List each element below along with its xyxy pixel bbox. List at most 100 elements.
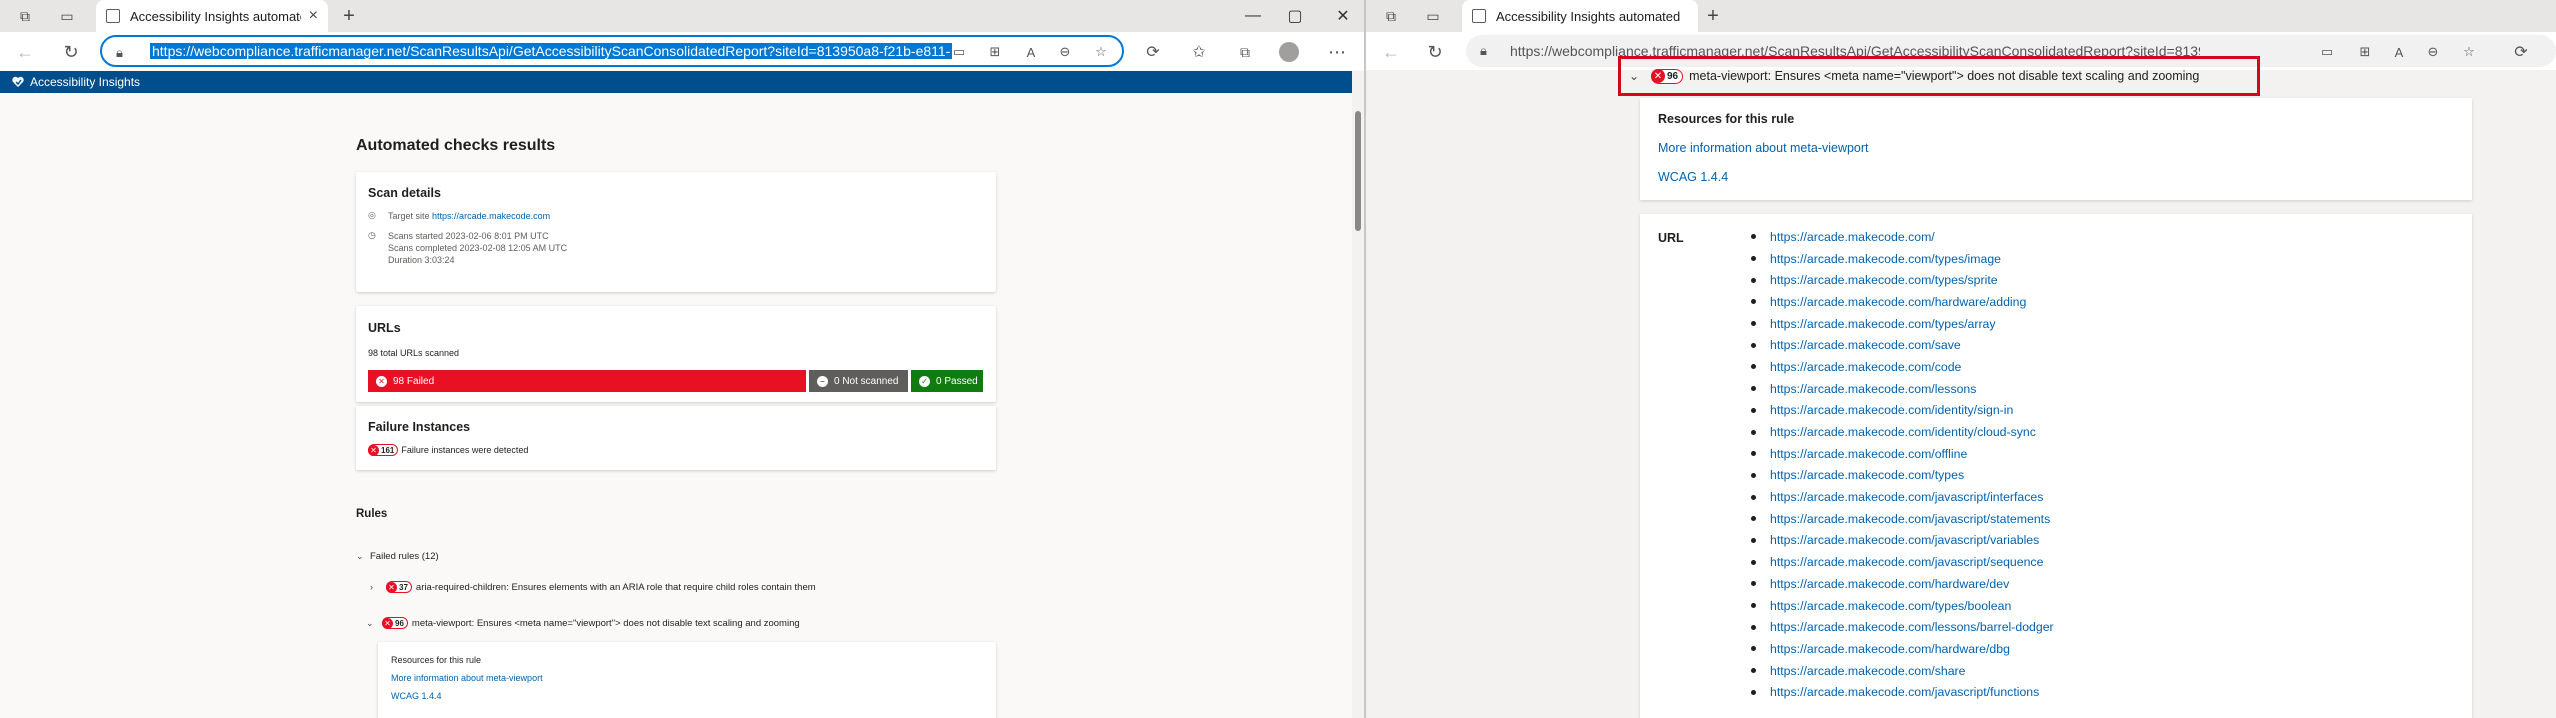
- url-list-item[interactable]: https://arcade.makecode.com/save: [1770, 334, 2054, 356]
- tab-close-icon[interactable]: ×: [309, 7, 318, 25]
- app-available-icon[interactable]: ▭: [948, 41, 970, 63]
- accessibility-insights-logo: [12, 76, 24, 87]
- resources-title: Resources for this rule: [1658, 112, 1795, 126]
- maximize-button[interactable]: ▢: [1282, 4, 1308, 28]
- failed-rules-label: Failed rules (12): [370, 551, 439, 562]
- app-header: Accessibility Insights: [0, 71, 1352, 93]
- back-button[interactable]: ←: [1380, 41, 1402, 63]
- url-list-item[interactable]: https://arcade.makecode.com/javascript/i…: [1770, 486, 2054, 508]
- address-url[interactable]: https://webcompliance.trafficmanager.net…: [150, 43, 953, 59]
- settings-more-icon[interactable]: ⋯: [1326, 41, 1348, 63]
- rule-count-badge: ✕ 37: [386, 581, 412, 593]
- lock-icon[interactable]: 🔒︎: [1480, 43, 1487, 59]
- passed-check-icon: ✓: [919, 375, 930, 387]
- url-list-item[interactable]: https://arcade.makecode.com/offline: [1770, 443, 2054, 465]
- chevron-right-icon: ›: [370, 582, 373, 592]
- left-tab-strip: ⧉ ▭ Accessibility Insights automated × +…: [0, 0, 1364, 32]
- failed-rules-toggle[interactable]: ⌄ Failed rules (12): [356, 551, 439, 562]
- url-label: URL: [1658, 231, 1684, 245]
- url-list-item[interactable]: https://arcade.makecode.com/: [1770, 226, 2054, 248]
- page-favicon-icon: [1472, 9, 1486, 23]
- tab-title: Accessibility Insights automated: [1496, 8, 1681, 24]
- globe-icon: ◎: [368, 210, 376, 220]
- not-scanned-icon: –: [817, 375, 828, 387]
- rule-header-text: meta-viewport: Ensures <meta name="viewp…: [1689, 69, 2200, 83]
- url-list-item[interactable]: https://arcade.makecode.com/javascript/f…: [1770, 681, 2054, 703]
- failed-bar-label: 98 Failed: [393, 375, 435, 387]
- url-list-item[interactable]: https://arcade.makecode.com/types: [1770, 465, 2054, 487]
- rule-count-badge: ✕ 96: [382, 617, 408, 629]
- extensions-grid-icon[interactable]: ⊞: [2354, 41, 2376, 63]
- chevron-down-icon: ⌄: [356, 551, 364, 561]
- zoom-icon[interactable]: ⊖: [1054, 41, 1076, 63]
- favorite-add-icon[interactable]: ☆: [1090, 41, 1112, 63]
- rule-text: aria-required-children: Ensures elements…: [415, 581, 816, 593]
- rule-header-meta-viewport[interactable]: ⌄ ✕ 96 meta-viewport: Ensures <meta name=…: [1618, 56, 2260, 96]
- extension-icon[interactable]: ⟳: [1142, 41, 1164, 63]
- tab-accessibility-insights[interactable]: Accessibility Insights automated ×: [96, 0, 328, 32]
- url-list-item[interactable]: https://arcade.makecode.com/identity/clo…: [1770, 421, 2054, 443]
- workspaces-icon[interactable]: ⧉: [14, 6, 36, 26]
- tab-accessibility-insights[interactable]: Accessibility Insights automated: [1462, 0, 1698, 32]
- more-info-link[interactable]: More information about meta-viewport: [391, 673, 543, 683]
- minimize-button[interactable]: —: [1240, 4, 1266, 28]
- url-list-item[interactable]: https://arcade.makecode.com/hardware/dev: [1770, 573, 2054, 595]
- left-scrollbar[interactable]: [1352, 71, 1364, 718]
- url-list-item[interactable]: https://arcade.makecode.com/types/array: [1770, 313, 2054, 335]
- url-list-item[interactable]: https://arcade.makecode.com/types/image: [1770, 248, 2054, 270]
- wcag-link[interactable]: WCAG 1.4.4: [391, 691, 442, 701]
- tab-actions-icon[interactable]: ▭: [1422, 6, 1444, 26]
- scan-started: Scans started 2023-02-06 8:01 PM UTC: [388, 231, 549, 241]
- url-list-item[interactable]: https://arcade.makecode.com/identity/sig…: [1770, 400, 2054, 422]
- tab-title: Accessibility Insights automated: [130, 8, 301, 24]
- read-aloud-icon[interactable]: A: [2388, 41, 2410, 63]
- url-list-item[interactable]: https://arcade.makecode.com/share: [1770, 660, 2054, 682]
- url-list: https://arcade.makecode.com/https://arca…: [1770, 226, 2054, 703]
- close-window-button[interactable]: ✕: [1330, 4, 1356, 28]
- failure-instances-text: Failure instances were detected: [401, 445, 529, 455]
- extensions-grid-icon[interactable]: ⊞: [984, 41, 1006, 63]
- workspaces-icon[interactable]: ⧉: [1380, 6, 1402, 26]
- more-info-link[interactable]: More information about meta-viewport: [1658, 141, 1869, 155]
- favorite-add-icon[interactable]: ☆: [2458, 41, 2480, 63]
- url-list-item[interactable]: https://arcade.makecode.com/types/sprite: [1770, 269, 2054, 291]
- rule-row-meta-viewport[interactable]: ⌄ ✕ 96 meta-viewport: Ensures <meta name=…: [366, 617, 800, 629]
- rule-row-aria-required-children[interactable]: › ✕ 37 aria-required-children: Ensures el…: [370, 581, 816, 593]
- url-list-item[interactable]: https://arcade.makecode.com/lessons: [1770, 378, 2054, 400]
- profile-avatar[interactable]: [1278, 41, 1300, 63]
- scan-details-card: Scan details ◎ Target site https://arcad…: [356, 172, 996, 292]
- urls-title: URLs: [368, 321, 401, 335]
- rule-count-badge: ✕ 96: [1651, 68, 1684, 84]
- new-tab-button[interactable]: +: [1702, 5, 1724, 27]
- url-list-item[interactable]: https://arcade.makecode.com/hardware/dbg: [1770, 638, 2054, 660]
- url-list-item[interactable]: https://arcade.makecode.com/code: [1770, 356, 2054, 378]
- rules-title: Rules: [356, 508, 388, 520]
- read-aloud-icon[interactable]: A: [1020, 41, 1042, 63]
- extension-icon[interactable]: ⟳: [2510, 41, 2532, 63]
- zoom-icon[interactable]: ⊖: [2422, 41, 2444, 63]
- url-list-item[interactable]: https://arcade.makecode.com/lessons/barr…: [1770, 616, 2054, 638]
- new-tab-button[interactable]: +: [338, 5, 360, 27]
- passed-bar: ✓ 0 Passed: [911, 370, 983, 392]
- url-list-item[interactable]: https://arcade.makecode.com/hardware/add…: [1770, 291, 2054, 313]
- lock-icon[interactable]: 🔒︎: [116, 45, 123, 61]
- left-scrollbar-thumb[interactable]: [1355, 111, 1361, 231]
- address-bar[interactable]: 🔒︎ https://webcompliance.trafficmanager.…: [100, 35, 1124, 67]
- url-list-item[interactable]: https://arcade.makecode.com/types/boolea…: [1770, 595, 2054, 617]
- passed-label: 0 Passed: [936, 375, 978, 387]
- failure-instances-card: Failure Instances ✕ 161 Failure instances…: [356, 406, 996, 470]
- page-favicon-icon: [106, 9, 120, 23]
- urls-total: 98 total URLs scanned: [368, 348, 460, 358]
- back-button[interactable]: ←: [14, 41, 36, 63]
- target-site-link[interactable]: https://arcade.makecode.com: [432, 211, 550, 221]
- tab-actions-icon[interactable]: ▭: [56, 6, 78, 26]
- collections-icon[interactable]: ⧉: [1234, 41, 1256, 63]
- url-list-item[interactable]: https://arcade.makecode.com/javascript/v…: [1770, 530, 2054, 552]
- app-available-icon[interactable]: ▭: [2316, 41, 2338, 63]
- wcag-link[interactable]: WCAG 1.4.4: [1658, 170, 1728, 184]
- favorites-icon[interactable]: ✩: [1188, 41, 1210, 63]
- url-list-item[interactable]: https://arcade.makecode.com/javascript/s…: [1770, 551, 2054, 573]
- url-list-item[interactable]: https://arcade.makecode.com/javascript/s…: [1770, 508, 2054, 530]
- refresh-button[interactable]: ↻: [1424, 41, 1446, 63]
- refresh-button[interactable]: ↻: [60, 41, 82, 63]
